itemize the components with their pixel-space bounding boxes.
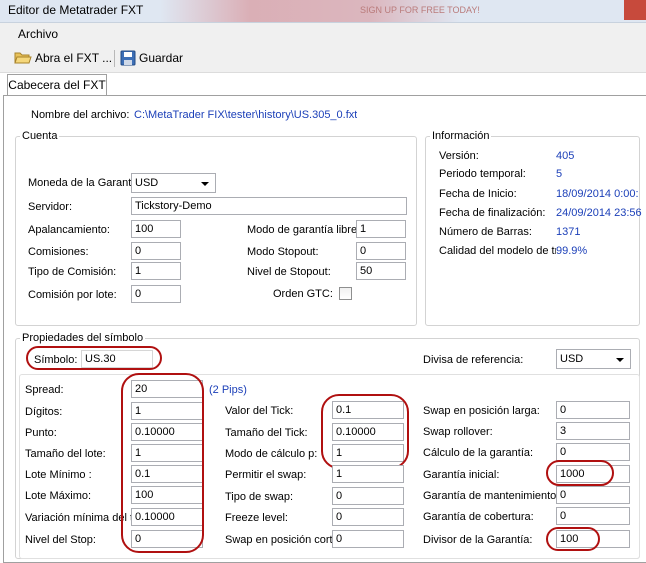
tab-cabecera[interactable]: Cabecera del FXT <box>7 74 107 96</box>
tipo-swap-label: Tipo de swap: <box>225 491 294 503</box>
permitir-swap-label: Permitir el swap: <box>225 469 307 481</box>
file-path-value: C:\MetaTrader FIX\tester\history\US.305_… <box>134 109 358 121</box>
punto-label: Punto: <box>25 427 57 439</box>
menu-bar: Archivo <box>0 23 646 44</box>
fecha-inicio-value: 18/09/2014 0:00: <box>556 188 639 200</box>
orden-gtc-checkbox[interactable] <box>339 287 352 300</box>
window-title: Editor de Metatrader FXT <box>8 3 144 17</box>
calculo-garantia-input[interactable] <box>556 443 630 461</box>
save-label: Guardar <box>139 51 184 65</box>
comision-lote-input[interactable] <box>131 285 181 303</box>
apalancamiento-label: Apalancamiento: <box>28 224 110 236</box>
divisa-select-value: USD <box>560 353 584 365</box>
lote-maximo-label: Lote Máximo: <box>25 490 92 502</box>
background-text: SIGN UP FOR FREE TODAY! <box>360 5 480 15</box>
modo-stopout-label: Modo Stopout: <box>247 246 319 258</box>
toolbar-separator <box>114 50 115 67</box>
apalancamiento-input[interactable] <box>131 220 181 238</box>
open-fxt-label: Abra el FXT ... <box>35 50 113 65</box>
modo-garantia-libre-label: Modo de garantía libre: <box>247 224 361 236</box>
divisor-garantia-label: Divisor de la Garantía: <box>423 534 533 546</box>
swap-rollover-input[interactable] <box>556 422 630 440</box>
fecha-inicio-label: Fecha de Inicio: <box>439 188 517 200</box>
nivel-stopout-label: Nivel de Stopout: <box>247 266 331 278</box>
servidor-input[interactable] <box>131 197 407 215</box>
comisiones-input[interactable] <box>131 242 181 260</box>
tipo-comision-input[interactable] <box>131 262 181 280</box>
garantia-mantenimiento-input[interactable] <box>556 486 630 504</box>
swap-corta-label: Swap en posición corta <box>225 534 332 546</box>
swap-larga-label: Swap en posición larga: <box>423 405 540 417</box>
garantia-cobertura-input[interactable] <box>556 507 630 525</box>
menu-archivo[interactable]: Archivo <box>18 27 58 41</box>
digitos-label: Dígitos: <box>25 406 63 418</box>
modo-garantia-libre-input[interactable] <box>356 220 406 238</box>
orden-gtc-label: Orden GTC: <box>273 288 333 300</box>
save-disk-icon <box>120 50 136 66</box>
swap-rollover-label: Swap rollover: <box>423 426 493 438</box>
garantia-inicial-label: Garantía inicial: <box>423 469 500 481</box>
highlight-ring-col2 <box>321 394 409 469</box>
permitir-swap-input[interactable] <box>332 465 404 483</box>
nivel-stopout-input[interactable] <box>356 262 406 280</box>
comision-lote-label: Comisión por lote: <box>28 289 117 301</box>
folder-open-icon <box>14 52 32 64</box>
valor-tick-label: Valor del Tick: <box>225 405 294 417</box>
tamano-tick-label: Tamaño del Tick: <box>225 427 308 439</box>
periodo-value: 5 <box>556 168 563 180</box>
version-value: 405 <box>556 150 575 162</box>
highlight-ring-garantia-inicial <box>546 460 614 486</box>
calculo-garantia-label: Cálculo de la garantía: <box>423 447 534 459</box>
garantia-mantenimiento-label: Garantía de mantenimiento: <box>423 490 556 502</box>
periodo-label: Periodo temporal: <box>439 168 526 180</box>
informacion-legend: Información <box>430 130 492 142</box>
freeze-level-label: Freeze level: <box>225 512 288 524</box>
modo-calculo-label: Modo de cálculo p: <box>225 448 318 460</box>
title-bar: SIGN UP FOR FREE TODAY! Editor de Metatr… <box>0 0 646 23</box>
chevron-down-icon <box>616 358 624 362</box>
numero-barras-label: Número de Barras: <box>439 226 532 238</box>
tamano-lote-label: Tamaño del lote: <box>25 448 106 460</box>
divisa-label: Divisa de referencia: <box>423 354 524 366</box>
tipo-comision-label: Tipo de Comisión: <box>28 266 117 278</box>
save-button[interactable]: Guardar <box>120 50 183 66</box>
freeze-level-input[interactable] <box>332 508 404 526</box>
version-label: Versión: <box>439 150 479 162</box>
moneda-select-value: USD <box>135 177 159 189</box>
swap-corta-input[interactable] <box>332 530 404 548</box>
toolbar: Abra el FXT ... Guardar <box>0 44 646 73</box>
highlight-ring-divisor <box>546 527 600 551</box>
variacion-label: Variación mínima del ta <box>25 512 131 524</box>
highlight-ring-col1 <box>121 373 204 553</box>
moneda-label: Moneda de la Garantí <box>28 177 131 189</box>
fecha-fin-label: Fecha de finalización: <box>439 207 546 219</box>
spread-label: Spread: <box>25 384 64 396</box>
divisa-select[interactable]: USD <box>556 349 631 369</box>
cuenta-legend: Cuenta <box>20 130 60 142</box>
lote-minimo-label: Lote Mínimo : <box>25 469 92 481</box>
chevron-down-icon <box>201 182 209 186</box>
fecha-fin-value: 24/09/2014 23:56 <box>556 207 642 219</box>
numero-barras-value: 1371 <box>556 226 581 238</box>
tipo-swap-input[interactable] <box>332 487 404 505</box>
swap-larga-input[interactable] <box>556 401 630 419</box>
nivel-stop-label: Nivel del Stop: <box>25 534 96 546</box>
open-fxt-button[interactable]: Abra el FXT ... <box>14 50 112 65</box>
modo-stopout-input[interactable] <box>356 242 406 260</box>
file-name-label: Nombre del archivo: <box>31 109 130 121</box>
moneda-select[interactable]: USD <box>131 173 216 193</box>
calidad-value: 99.9% <box>556 245 588 257</box>
spread-pips-value: (2 Pips) <box>209 384 247 396</box>
window-close-button[interactable] <box>624 0 646 20</box>
garantia-cobertura-label: Garantía de cobertura: <box>423 511 534 523</box>
propiedades-legend: Propiedades del símbolo <box>20 332 146 344</box>
servidor-label: Servidor: <box>28 201 73 213</box>
highlight-ring-simbolo <box>26 346 162 370</box>
comisiones-label: Comisiones: <box>28 246 89 258</box>
calidad-label: Calidad del modelo de tr <box>439 245 556 257</box>
